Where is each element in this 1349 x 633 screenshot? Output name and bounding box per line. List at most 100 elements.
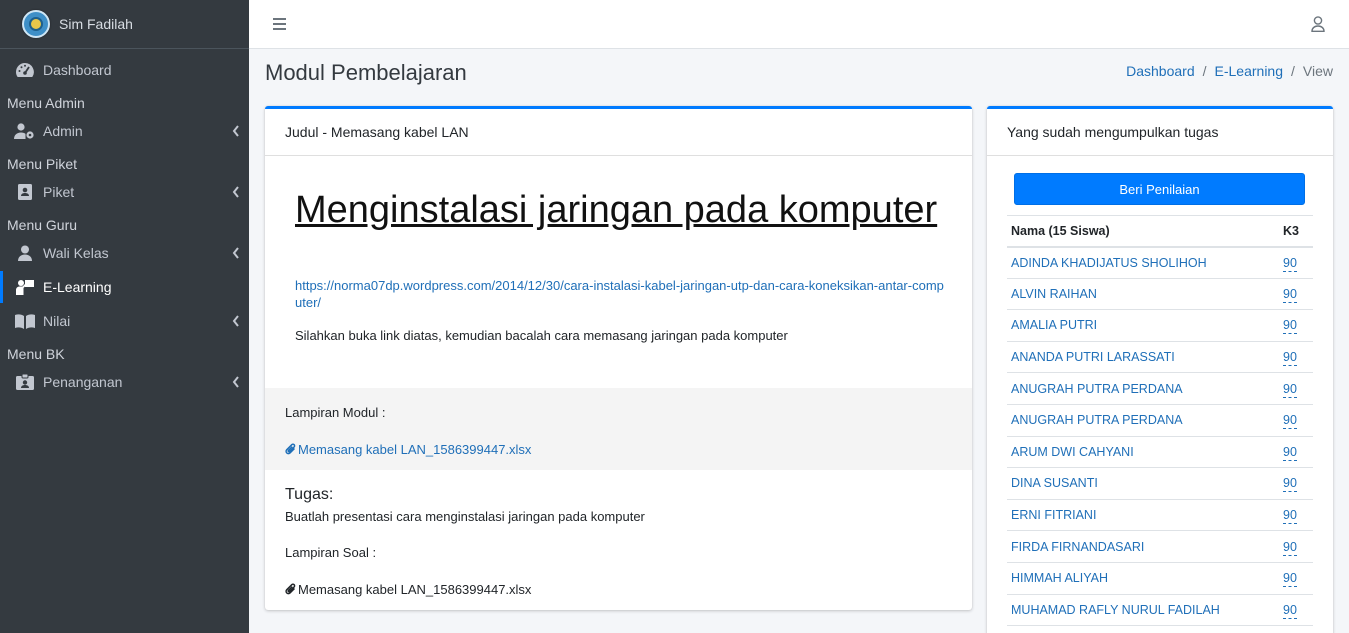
chevron-left-icon <box>232 186 239 198</box>
editable-score[interactable]: 90 <box>1283 476 1297 493</box>
breadcrumb: Dashboard / E-Learning / View <box>1126 63 1333 79</box>
editable-score[interactable]: 90 <box>1283 255 1297 272</box>
score-cell: 90 <box>1279 530 1313 563</box>
school-logo-icon <box>22 10 50 38</box>
sidebar-item-admin[interactable]: Admin <box>0 114 249 148</box>
breadcrumb-e-learning[interactable]: E-Learning <box>1215 63 1284 79</box>
editable-score[interactable]: 90 <box>1283 413 1297 430</box>
score-cell: 90 <box>1279 404 1313 437</box>
table-row: AMALIA PUTRI 90 <box>1007 309 1313 342</box>
question-attachment-label: Lampiran Soal : <box>285 545 377 560</box>
chalkboard-teacher-icon <box>14 278 36 296</box>
editable-score[interactable]: 90 <box>1283 318 1297 335</box>
task-label: Tugas: <box>285 486 334 503</box>
sidebar-item-label: Penanganan <box>43 374 123 390</box>
module-card: Judul - Memasang kabel LAN Menginstalasi… <box>265 106 972 610</box>
student-name-link[interactable]: ALVIN RAIHAN <box>1007 278 1279 311</box>
editable-score[interactable]: 90 <box>1283 444 1297 461</box>
paperclip-icon <box>285 583 296 595</box>
score-cell: 90 <box>1279 467 1313 500</box>
table-row: HIMMAH ALIYAH 90 <box>1007 562 1313 595</box>
table-row: MUHAMAD RAFLY NURUL FADILAH 90 <box>1007 594 1313 627</box>
table-row: DINA SUSANTI 90 <box>1007 467 1313 500</box>
sidebar-item-dashboard[interactable]: Dashboard <box>0 53 249 87</box>
module-attachment-link[interactable]: Memasang kabel LAN_1586399447.xlsx <box>285 442 531 457</box>
student-name-link[interactable]: ADINDA KHADIJATUS SHOLIHOH <box>1007 246 1279 279</box>
editable-score[interactable]: 90 <box>1283 508 1297 525</box>
breadcrumb-separator: / <box>1291 63 1295 79</box>
score-cell: 90 <box>1279 341 1313 374</box>
hamburger-menu-icon[interactable] <box>273 18 286 30</box>
student-name-link[interactable]: AMALIA PUTRI <box>1007 309 1279 342</box>
score-cell: 90 <box>1279 436 1313 469</box>
grade-button[interactable]: Beri Penilaian <box>1014 173 1305 205</box>
student-name-link[interactable]: ARUM DWI CAHYANI <box>1007 436 1279 469</box>
column-header-k3: K3 <box>1279 215 1313 248</box>
id-card-icon <box>14 183 36 201</box>
brand-link[interactable]: Sim Fadilah <box>0 0 249 49</box>
student-name-link[interactable]: ANUGRAH PUTRA PERDANA <box>1007 372 1279 405</box>
student-name-link[interactable]: FIRDA FIRNANDASARI <box>1007 530 1279 563</box>
sidebar-item-e-learning[interactable]: E-Learning <box>0 270 249 304</box>
editable-score[interactable]: 90 <box>1283 539 1297 556</box>
submissions-card: Yang sudah mengumpulkan tugas Beri Penil… <box>987 106 1333 633</box>
nav-header-guru: Menu Guru <box>7 217 78 233</box>
score-cell: 90 <box>1279 594 1313 627</box>
question-filename: Memasang kabel LAN_1586399447.xlsx <box>298 582 532 597</box>
user-account-icon[interactable] <box>1311 16 1325 32</box>
table-row: ALVIN RAIHAN 90 <box>1007 278 1313 311</box>
sidebar-item-label: Dashboard <box>43 62 112 78</box>
table-row: ANUGRAH PUTRA PERDANA 90 <box>1007 372 1313 405</box>
module-attachment-section <box>265 388 972 470</box>
student-name-link[interactable]: HIMMAH ALIYAH <box>1007 562 1279 595</box>
editable-score[interactable]: 90 <box>1283 350 1297 367</box>
sidebar-item-label: Piket <box>43 184 75 200</box>
score-cell: 90 <box>1279 372 1313 405</box>
student-name-link[interactable]: ANANDA PUTRI LARASSATI <box>1007 341 1279 374</box>
breadcrumb-dashboard[interactable]: Dashboard <box>1126 63 1195 79</box>
student-name-link[interactable]: MUHAMAD RAFLY NURUL FADILAH <box>1007 594 1279 627</box>
chevron-left-icon <box>232 247 239 259</box>
module-title: Menginstalasi jaringan pada komputer <box>295 189 938 231</box>
nav-header-admin: Menu Admin <box>7 95 85 111</box>
table-row: ERNI FITRIANI 90 <box>1007 499 1313 532</box>
table-header-row: Nama (15 Siswa) K3 <box>1007 215 1313 248</box>
score-cell: 90 <box>1279 278 1313 311</box>
user-icon <box>14 244 36 262</box>
nav-header-bk: Menu BK <box>7 346 65 362</box>
student-name-link[interactable]: ANUGRAH PUTRA PERDANA <box>1007 404 1279 437</box>
editable-score[interactable]: 90 <box>1283 602 1297 619</box>
user-cog-icon <box>14 122 36 140</box>
submissions-table: Nama (15 Siswa) K3 ADINDA KHADIJATUS SHO… <box>1007 215 1313 627</box>
brand-name: Sim Fadilah <box>59 16 133 32</box>
score-cell: 90 <box>1279 562 1313 595</box>
id-badge-icon <box>14 373 36 391</box>
module-reference-link[interactable]: https://norma07dp.wordpress.com/2014/12/… <box>295 277 945 311</box>
module-card-header: Judul - Memasang kabel LAN <box>265 109 972 156</box>
sidebar-item-piket[interactable]: Piket <box>0 175 249 209</box>
question-attachment-file: Memasang kabel LAN_1586399447.xlsx <box>285 582 531 597</box>
submissions-card-header: Yang sudah mengumpulkan tugas <box>987 109 1333 156</box>
score-cell: 90 <box>1279 499 1313 532</box>
sidebar-item-label: Nilai <box>43 313 71 329</box>
tachometer-icon <box>14 61 36 79</box>
editable-score[interactable]: 90 <box>1283 286 1297 303</box>
sidebar-item-wali-kelas[interactable]: Wali Kelas <box>0 236 249 270</box>
sidebar-item-nilai[interactable]: Nilai <box>0 304 249 338</box>
editable-score[interactable]: 90 <box>1283 381 1297 398</box>
chevron-left-icon <box>232 315 239 327</box>
breadcrumb-separator: / <box>1202 63 1207 79</box>
chevron-left-icon <box>232 125 239 137</box>
attachment-label: Lampiran Modul : <box>285 405 386 420</box>
sidebar-item-penanganan[interactable]: Penanganan <box>0 365 249 399</box>
breadcrumb-current: View <box>1302 63 1333 79</box>
editable-score[interactable]: 90 <box>1283 571 1297 588</box>
table-row: FIRDA FIRNANDASARI 90 <box>1007 530 1313 563</box>
student-name-link[interactable]: DINA SUSANTI <box>1007 467 1279 500</box>
chevron-left-icon <box>232 376 239 388</box>
module-description: Silahkan buka link diatas, kemudian baca… <box>295 328 788 343</box>
score-cell: 90 <box>1279 246 1313 279</box>
score-cell: 90 <box>1279 309 1313 342</box>
attachment-filename: Memasang kabel LAN_1586399447.xlsx <box>298 442 532 457</box>
student-name-link[interactable]: ERNI FITRIANI <box>1007 499 1279 532</box>
